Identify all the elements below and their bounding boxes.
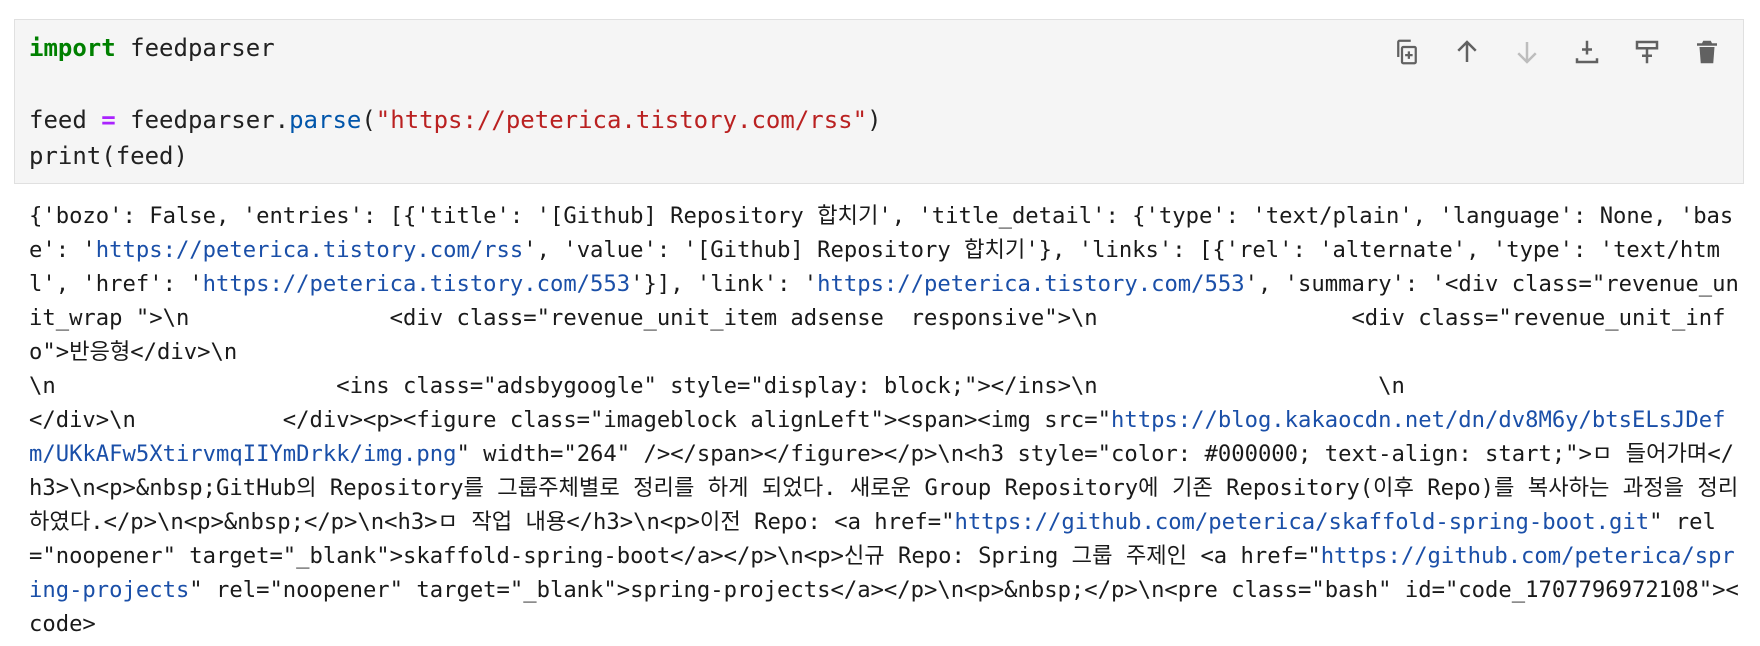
insert-below-icon bbox=[1635, 40, 1659, 64]
delete-cell-icon bbox=[1697, 40, 1717, 64]
move-up-button[interactable] bbox=[1441, 30, 1493, 74]
output-url[interactable]: https://peterica.tistory.com/553 bbox=[203, 271, 630, 297]
code-editor[interactable]: import feedparser feed = feedparser.pars… bbox=[29, 30, 882, 174]
cell-toolbar bbox=[1381, 30, 1733, 74]
insert-above-icon bbox=[1575, 40, 1599, 64]
cell-output: {'bozo': False, 'entries': [{'title': '[… bbox=[29, 199, 1745, 646]
code-text: feedparser bbox=[115, 34, 275, 62]
insert-below-button[interactable] bbox=[1621, 30, 1673, 74]
string-literal: "https://peterica.tistory.com/rss" bbox=[375, 106, 868, 134]
operator: = bbox=[101, 106, 116, 134]
code-text: feedparser. bbox=[115, 106, 290, 134]
output-text-segment: " rel="noopener" target="_blank">spring-… bbox=[29, 577, 1739, 637]
code-text: ) bbox=[867, 106, 882, 134]
code-text: feed bbox=[29, 106, 102, 134]
delete-cell-button[interactable] bbox=[1681, 30, 1733, 74]
move-up-icon bbox=[1457, 40, 1477, 62]
output-text-segment: '}], 'link': ' bbox=[630, 271, 818, 297]
code-text: ( bbox=[361, 106, 376, 134]
code-text: print(feed) bbox=[29, 142, 188, 170]
function-name: parse bbox=[289, 106, 362, 134]
insert-above-button[interactable] bbox=[1561, 30, 1613, 74]
move-down-icon bbox=[1517, 42, 1537, 64]
duplicate-cell-button[interactable] bbox=[1381, 30, 1433, 74]
move-down-button[interactable] bbox=[1501, 30, 1553, 74]
output-url[interactable]: https://peterica.tistory.com/553 bbox=[817, 271, 1244, 297]
output-text: {'bozo': False, 'entries': [{'title': '[… bbox=[29, 199, 1745, 641]
output-url[interactable]: https://peterica.tistory.com/rss bbox=[96, 237, 523, 263]
output-url[interactable]: https://github.com/peterica/skaffold-spr… bbox=[954, 509, 1649, 535]
keyword-import: import bbox=[29, 34, 116, 62]
duplicate-cell-icon bbox=[1397, 39, 1417, 65]
code-cell[interactable]: import feedparser feed = feedparser.pars… bbox=[14, 19, 1744, 184]
